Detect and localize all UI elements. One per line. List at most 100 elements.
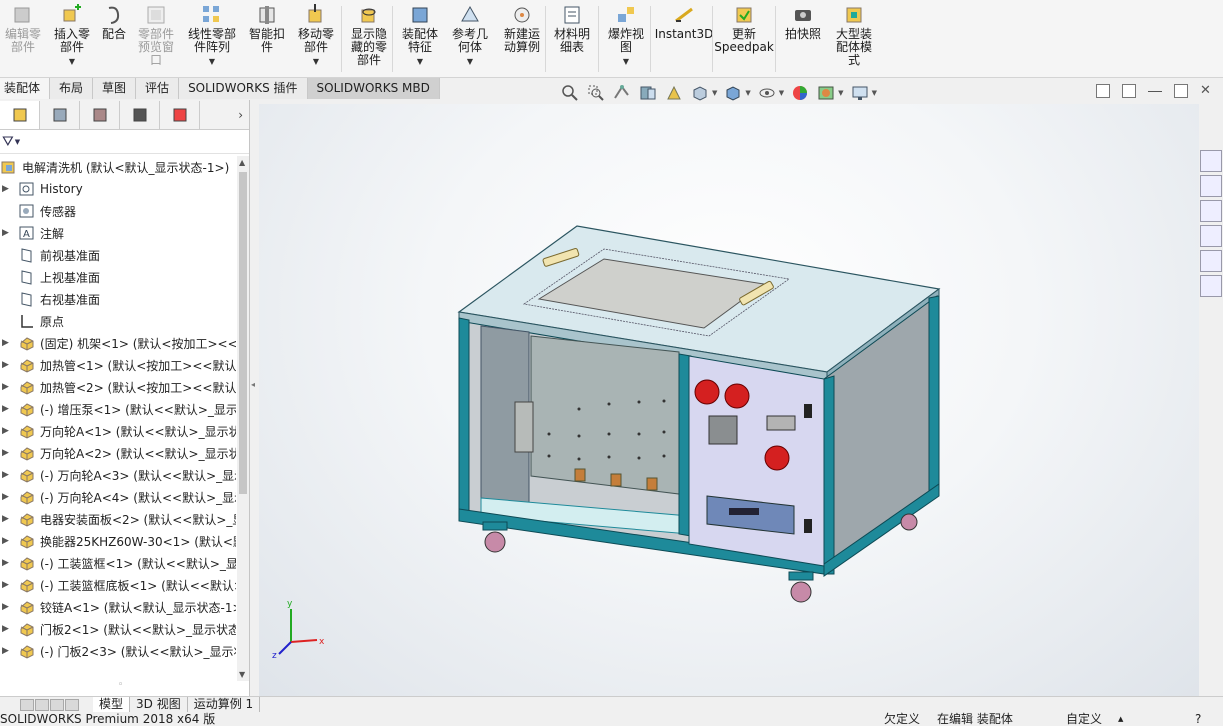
dropdown-arrow-icon[interactable]: ▼ — [745, 89, 750, 97]
view-orientation-icon[interactable] — [690, 83, 710, 103]
ribbon-button-mate[interactable]: 配合 — [98, 2, 130, 76]
tree-item[interactable]: ▶ 加热管<1> (默认<按加工><<默认>_ — [0, 354, 236, 376]
view-palette-icon[interactable] — [1200, 225, 1222, 247]
ribbon-button-assembly-features[interactable]: 装配体 特征 ▼ — [399, 2, 441, 76]
tree-item[interactable]: 传感器 — [0, 200, 236, 222]
dropdown-arrow-icon[interactable]: ▼ — [209, 55, 215, 68]
ribbon-button-move-component[interactable]: 移动零 部件 ▼ — [294, 2, 338, 76]
expand-arrow-icon[interactable]: ▶ — [2, 580, 14, 590]
panel-splitter-icon[interactable]: ◂ — [251, 380, 259, 392]
tab-2[interactable]: 草图 — [93, 78, 137, 99]
dropdown-arrow-icon[interactable]: ▼ — [467, 55, 473, 68]
expand-arrow-icon[interactable]: ▶ — [2, 646, 14, 656]
section-view-icon[interactable] — [638, 83, 658, 103]
ribbon-button-bom[interactable]: 材料明 细表 — [552, 2, 592, 76]
ribbon-button-show-hidden[interactable]: 显示隐 藏的零 部件 — [347, 2, 391, 76]
panel-resize-grip[interactable]: ◦ — [118, 680, 123, 690]
expand-arrow-icon[interactable]: ▶ — [2, 558, 14, 568]
tree-item[interactable]: ▶ 万向轮A<1> (默认<<默认>_显示状 — [0, 420, 236, 442]
tab-5[interactable]: SOLIDWORKS MBD — [307, 78, 440, 99]
tile-right-icon[interactable] — [1122, 84, 1136, 98]
ribbon-button-large-assembly[interactable]: 大型装 配体模 式 — [832, 2, 876, 76]
dropdown-arrow-icon[interactable]: ▼ — [313, 55, 319, 68]
graphics-area[interactable]: y x z — [259, 104, 1199, 696]
dropdown-arrow-icon[interactable]: ▼ — [623, 55, 629, 68]
first-tab-icon[interactable] — [20, 698, 34, 711]
tree-scrollbar[interactable]: ▲ ▼ — [237, 156, 249, 681]
dropdown-arrow-icon[interactable]: ▼ — [872, 89, 877, 97]
expand-arrow-icon[interactable]: ▶ — [2, 338, 14, 348]
ribbon-button-edit-component[interactable]: 编辑零 部件 — [2, 2, 44, 76]
expand-arrow-icon[interactable]: ▶ — [2, 624, 14, 634]
custom-properties-icon[interactable] — [1200, 275, 1222, 297]
tree-item[interactable]: ▶ 万向轮A<2> (默认<<默认>_显示状 — [0, 442, 236, 464]
ribbon-button-component-preview[interactable]: 零部件 预览窗 口 — [134, 2, 178, 76]
dropdown-arrow-icon[interactable]: ▼ — [712, 89, 717, 97]
tree-item[interactable]: ▶ 铰链A<1> (默认<默认_显示状态-1> — [0, 596, 236, 618]
tree-item[interactable]: ▶ (-) 工装篮框底板<1> (默认<<默认>_ — [0, 574, 236, 596]
expand-arrow-icon[interactable]: ▶ — [2, 228, 14, 238]
dropdown-arrow-icon[interactable]: ▼ — [15, 138, 20, 146]
scroll-up-icon[interactable]: ▲ — [239, 158, 245, 167]
bottom-tab-2[interactable]: 运动算例 1 — [188, 696, 261, 713]
previous-view-icon[interactable] — [612, 83, 632, 103]
dropdown-arrow-icon[interactable]: ▼ — [417, 55, 423, 68]
apply-scene-icon[interactable] — [816, 83, 836, 103]
ribbon-button-insert-component[interactable]: 插入零 部件 ▼ — [52, 2, 92, 76]
tree-item[interactable]: ▶ (-) 万向轮A<4> (默认<<默认>_显示 — [0, 486, 236, 508]
display-manager-icon[interactable] — [160, 100, 200, 129]
appearances-scenes-icon[interactable] — [1200, 250, 1222, 272]
next-tab-icon[interactable] — [50, 698, 64, 711]
display-style-icon[interactable] — [723, 83, 743, 103]
expand-arrow-icon[interactable]: ▶ — [2, 514, 14, 524]
tree-item[interactable]: ▶ (固定) 机架<1> (默认<按加工><<默认 — [0, 332, 236, 354]
filter-bar[interactable]: ⛛ ▼ — [0, 130, 249, 154]
expand-arrow-icon[interactable]: ▶ — [2, 602, 14, 612]
tree-root-assembly[interactable]: 电解清洗机 (默认<默认_显示状态-1>) — [0, 156, 236, 178]
tree-item[interactable]: ▶ (-) 门板2<3> (默认<<默认>_显示状 — [0, 640, 236, 662]
tree-item[interactable]: ▶ (-) 万向轮A<3> (默认<<默认>_显示 — [0, 464, 236, 486]
view-settings-icon[interactable] — [850, 83, 870, 103]
close-icon[interactable]: ✕ — [1200, 84, 1214, 98]
scroll-down-icon[interactable]: ▼ — [239, 670, 245, 679]
filter-icon[interactable]: ⛛ — [2, 134, 14, 150]
tree-item[interactable]: 上视基准面 — [0, 266, 236, 288]
ribbon-button-exploded-view[interactable]: 爆炸视 图 ▼ — [604, 2, 648, 76]
tree-item[interactable]: 前视基准面 — [0, 244, 236, 266]
minimize-icon[interactable] — [1148, 84, 1162, 92]
status-units[interactable]: 自定义 — [1066, 712, 1102, 726]
ribbon-button-new-motion-study[interactable]: 新建运 动算例 — [500, 2, 544, 76]
expand-arrow-icon[interactable]: ▶ — [2, 426, 14, 436]
more-tabs-icon[interactable]: › — [238, 108, 243, 122]
dimxpert-icon[interactable] — [120, 100, 160, 129]
featuremanager-icon[interactable] — [0, 100, 40, 129]
expand-arrow-icon[interactable]: ▶ — [2, 492, 14, 502]
dropdown-arrow-icon[interactable]: ▼ — [69, 55, 75, 68]
bottom-tab-1[interactable]: 3D 视图 — [130, 696, 188, 713]
tree-item[interactable]: ▶ (-) 增压泵<1> (默认<<默认>_显示 — [0, 398, 236, 420]
zoom-to-area-icon[interactable] — [586, 83, 606, 103]
dropdown-arrow-icon[interactable]: ▲ — [1118, 712, 1123, 726]
dropdown-arrow-icon[interactable]: ▼ — [838, 89, 843, 97]
expand-arrow-icon[interactable]: ▶ — [2, 536, 14, 546]
expand-arrow-icon[interactable]: ▶ — [2, 184, 14, 194]
solidworks-resources-icon[interactable] — [1200, 150, 1222, 172]
tab-1[interactable]: 布局 — [50, 78, 94, 99]
expand-arrow-icon[interactable]: ▶ — [2, 360, 14, 370]
configurationmanager-icon[interactable] — [80, 100, 120, 129]
ribbon-button-reference-geometry[interactable]: 参考几 何体 ▼ — [448, 2, 492, 76]
expand-arrow-icon[interactable]: ▶ — [2, 470, 14, 480]
ribbon-button-linear-pattern[interactable]: 线性零部 件阵列 ▼ — [184, 2, 240, 76]
ribbon-button-snapshot[interactable]: 拍快照 — [782, 2, 824, 76]
last-tab-icon[interactable] — [65, 698, 79, 711]
tree-item[interactable]: ▶ 加热管<2> (默认<按加工><<默认>_ — [0, 376, 236, 398]
file-explorer-icon[interactable] — [1200, 200, 1222, 222]
hide-show-items-icon[interactable] — [757, 83, 777, 103]
zoom-to-fit-icon[interactable] — [560, 83, 580, 103]
propertymanager-icon[interactable] — [40, 100, 80, 129]
tree-item[interactable]: ▶ A 注解 — [0, 222, 236, 244]
assembly-model[interactable]: y x z — [259, 104, 1199, 696]
help-icon[interactable]: ? — [1195, 712, 1201, 726]
bottom-tab-0[interactable]: 模型 — [93, 696, 131, 713]
ribbon-button-speedpak[interactable]: 更新 Speedpak — [714, 2, 774, 76]
